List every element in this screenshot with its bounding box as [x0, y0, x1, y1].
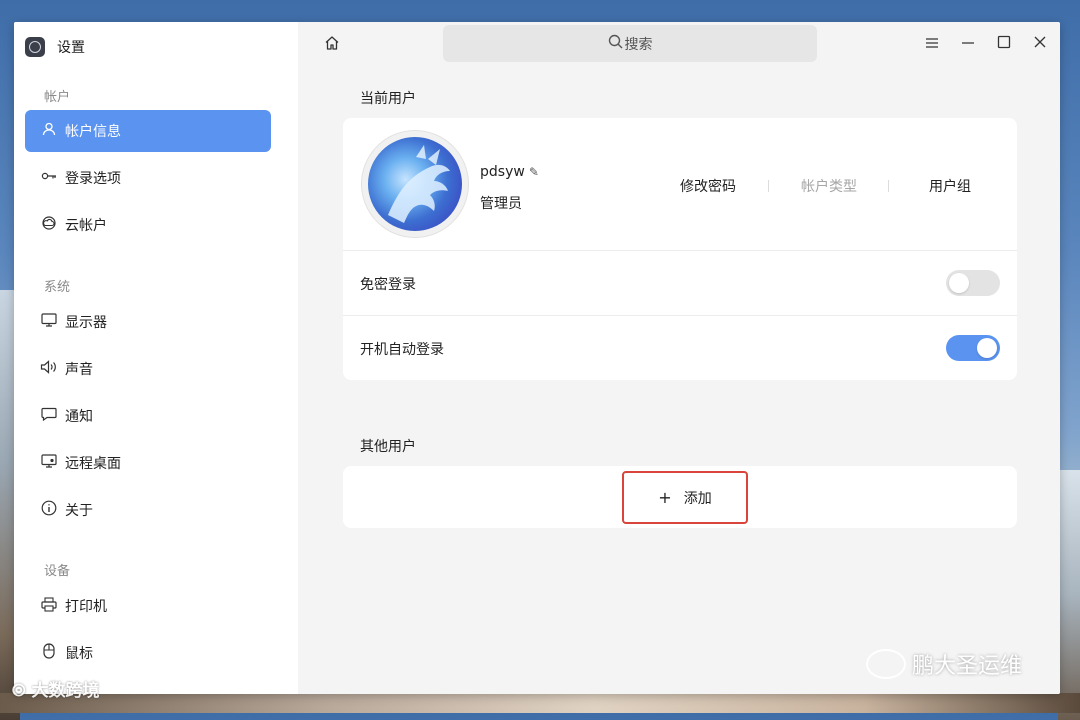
username: pdsyw — [480, 164, 525, 180]
add-user-label: 添加 — [683, 490, 712, 507]
sidebar-item-sound[interactable]: 声音 — [25, 348, 271, 390]
passwordless-login-label: 免密登录 — [360, 277, 416, 293]
sidebar-item-label: 帐户信息 — [65, 124, 121, 140]
watermark-logo-icon: ⦾ — [12, 681, 32, 701]
watermark-right: 鹏大圣运维 — [866, 648, 1022, 680]
auto-login-label: 开机自动登录 — [360, 342, 444, 358]
remote-desktop-icon — [39, 454, 59, 472]
printer-icon — [39, 596, 59, 616]
sidebar-item-cloud-account[interactable]: 云帐户 — [25, 204, 271, 246]
user-role: 管理员 — [480, 196, 522, 212]
search-icon — [608, 34, 623, 53]
dragon-avatar-image — [388, 145, 450, 223]
add-user-button[interactable]: + 添加 — [622, 471, 748, 524]
sidebar-item-printer[interactable]: 打印机 — [25, 585, 271, 627]
plus-icon: + — [658, 488, 672, 507]
action-separator — [768, 180, 769, 192]
sidebar-item-label: 云帐户 — [65, 218, 107, 234]
minimize-icon — [962, 42, 974, 44]
divider — [343, 250, 1017, 251]
sidebar-item-display[interactable]: 显示器 — [25, 301, 271, 343]
sidebar-item-login-options[interactable]: 登录选项 — [25, 157, 271, 199]
home-button[interactable] — [320, 34, 344, 58]
menu-button[interactable] — [920, 33, 944, 55]
current-user-title: 当前用户 — [360, 91, 416, 107]
app-title: 设置 — [57, 40, 85, 56]
search-placeholder: 搜索 — [624, 36, 653, 53]
avatar[interactable] — [361, 130, 469, 238]
auto-login-toggle[interactable] — [946, 335, 1000, 361]
sidebar-item-about[interactable]: 关于 — [25, 489, 271, 531]
sidebar-item-label: 打印机 — [65, 599, 107, 615]
wallpaper-mountain-bottom — [0, 693, 1080, 713]
divider — [343, 315, 1017, 316]
minimize-button[interactable] — [956, 33, 980, 55]
user-icon — [39, 122, 59, 140]
sidebar-item-label: 显示器 — [65, 315, 107, 331]
sidebar-item-notifications[interactable]: 通知 — [25, 395, 271, 437]
wallpaper-mountain-right — [1058, 470, 1080, 720]
sidebar-item-label: 声音 — [65, 362, 93, 378]
sidebar-item-account-info[interactable]: 帐户信息 — [25, 110, 271, 152]
close-button[interactable] — [1028, 33, 1052, 55]
main-panel: 搜索 当前用户 pdsyw ✎ 管理员 修改密码 帐户类型 用户组 免密登录 开… — [298, 22, 1060, 694]
action-separator — [888, 180, 889, 192]
settings-app-icon — [25, 37, 45, 57]
mouse-icon — [39, 643, 59, 663]
sidebar-item-label: 鼠标 — [65, 646, 93, 662]
account-type-button: 帐户类型 — [801, 179, 857, 195]
group-label-devices: 设备 — [44, 564, 71, 579]
key-icon — [39, 170, 59, 186]
group-label-system: 系统 — [44, 280, 71, 295]
maximize-icon — [997, 35, 1011, 49]
sidebar-item-label: 关于 — [65, 503, 93, 519]
close-icon — [1034, 36, 1046, 48]
change-password-button[interactable]: 修改密码 — [680, 176, 736, 196]
maximize-button[interactable] — [992, 33, 1016, 55]
other-users-title: 其他用户 — [360, 439, 416, 455]
wechat-icon — [866, 649, 906, 679]
hamburger-icon — [926, 38, 938, 48]
sidebar-item-mouse[interactable]: 鼠标 — [25, 632, 271, 674]
monitor-icon — [39, 313, 59, 331]
home-icon — [325, 36, 339, 50]
other-users-card: + 添加 — [343, 466, 1017, 528]
watermark-left: ⦾ 大数跨境 — [12, 681, 100, 701]
app-header: 设置 — [25, 36, 85, 58]
sidebar-item-label: 远程桌面 — [65, 456, 121, 472]
user-group-button[interactable]: 用户组 — [929, 176, 971, 196]
chat-icon — [39, 407, 59, 425]
edit-pencil-icon[interactable]: ✎ — [529, 165, 539, 179]
sidebar: 设置 帐户 帐户信息 登录选项 云帐户 系统 显示器 声音 通知 远程桌面 关于… — [14, 22, 298, 694]
cloud-icon — [39, 216, 59, 234]
sidebar-item-label: 登录选项 — [65, 171, 121, 187]
sidebar-item-remote-desktop[interactable]: 远程桌面 — [25, 442, 271, 484]
speaker-icon — [39, 360, 59, 378]
passwordless-login-toggle[interactable] — [946, 270, 1000, 296]
info-icon — [39, 500, 59, 520]
search-box[interactable]: 搜索 — [443, 25, 817, 62]
group-label-account: 帐户 — [44, 90, 71, 105]
username-label: pdsyw ✎ — [480, 164, 539, 180]
settings-window: 设置 帐户 帐户信息 登录选项 云帐户 系统 显示器 声音 通知 远程桌面 关于… — [14, 22, 1060, 694]
current-user-card: pdsyw ✎ 管理员 修改密码 帐户类型 用户组 免密登录 开机自动登录 — [343, 118, 1017, 380]
sidebar-item-label: 通知 — [65, 409, 93, 425]
